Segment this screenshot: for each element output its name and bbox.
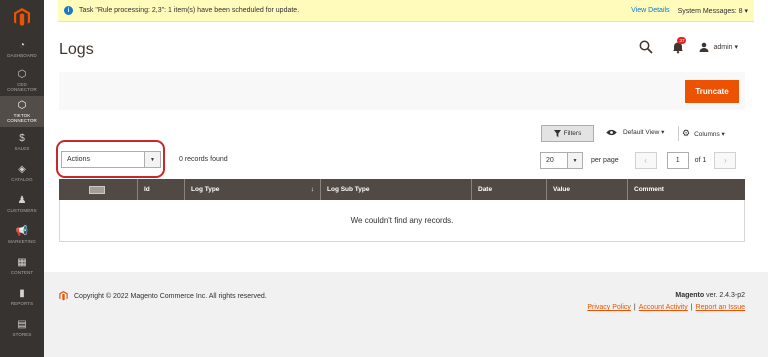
link-separator: | xyxy=(633,304,636,311)
tiktok-connector-icon: ⬡ xyxy=(17,99,27,111)
empty-state-text: We couldn't find any records. xyxy=(350,216,454,225)
total-pages-label: of 1 xyxy=(694,157,707,164)
toolbar-divider xyxy=(678,126,679,141)
page-number-input[interactable]: 1 xyxy=(666,152,689,169)
footer-links: Privacy Policy | Account Activity | Report a… xyxy=(587,304,745,311)
sort-arrow-icon: ↓ xyxy=(310,186,314,193)
columns-label: Columns ▾ xyxy=(694,130,725,138)
customers-icon: ♟ xyxy=(17,195,27,206)
chevron-down-icon: ▼ xyxy=(144,152,160,167)
filters-button[interactable]: Filters xyxy=(541,125,594,142)
pagination: 20 ▼ per page ‹ 1 of 1 › xyxy=(540,152,737,169)
reports-icon: ▮ xyxy=(19,288,25,299)
sidebar-item-label: CONTENT xyxy=(10,270,34,275)
dashboard-icon: ◔ xyxy=(18,40,26,51)
filter-icon xyxy=(553,130,561,137)
header-tools: 37 admin ▾ xyxy=(639,37,738,54)
truncate-button[interactable]: Truncate xyxy=(685,80,739,103)
sidebar-item-label: TIKTOK CONNECTOR xyxy=(7,112,37,123)
brand-name: Magento xyxy=(675,292,705,299)
sidebar-item-label: REPORTS xyxy=(10,301,34,306)
sales-icon: $ xyxy=(19,133,25,144)
info-icon: i xyxy=(64,6,73,15)
records-found-count: 0 records found xyxy=(179,156,228,163)
account-activity-link[interactable]: Account Activity xyxy=(639,304,688,311)
sidebar-item-customers[interactable]: ♟ CUSTOMERS xyxy=(0,189,44,220)
actions-dropdown[interactable]: Actions ▼ xyxy=(61,151,161,168)
system-messages-dropdown[interactable]: System Messages: 8 ▾ xyxy=(678,7,748,15)
logs-grid: Id Log Type ↓ Log Sub Type Date Value Co… xyxy=(59,179,745,242)
marketing-icon: 📢 xyxy=(15,226,29,237)
copyright: Copyright © 2022 Magento Commerce Inc. A… xyxy=(59,291,267,301)
sidebar-item-label: MARKETING xyxy=(8,239,36,244)
privacy-policy-link[interactable]: Privacy Policy xyxy=(587,304,631,311)
message-text: Task "Rule processing: 2,3": 1 item(s) h… xyxy=(79,7,300,14)
sidebar-item-label: CED CONNECTOR xyxy=(7,81,37,92)
next-page-button[interactable]: › xyxy=(714,152,737,169)
view-details-link[interactable]: View Details xyxy=(631,7,669,14)
copyright-text: Copyright © 2022 Magento Commerce Inc. A… xyxy=(74,292,267,300)
default-view-dropdown[interactable]: Default View ▾ xyxy=(606,128,664,136)
per-page-label: per page xyxy=(591,157,619,164)
report-issue-link[interactable]: Report an Issue xyxy=(696,304,745,311)
sidebar-item-label: DASHBOARD xyxy=(7,53,37,58)
catalog-icon: ◈ xyxy=(18,164,26,175)
sidebar-item-catalog[interactable]: ◈ CATALOG xyxy=(0,158,44,189)
version-text: ver. 2.4.3-p2 xyxy=(704,292,745,299)
grid-empty-row: We couldn't find any records. xyxy=(59,200,745,242)
sidebar-item-content[interactable]: ▦ CONTENT xyxy=(0,251,44,282)
sidebar-item-label: CATALOG xyxy=(11,177,33,182)
column-header-date[interactable]: Date xyxy=(472,179,547,200)
sidebar-item-reports[interactable]: ▮ REPORTS xyxy=(0,282,44,313)
ced-connector-icon: ⬡ xyxy=(17,68,27,80)
sidebar-item-stores[interactable]: ▤ STORES xyxy=(0,313,44,344)
magento-footer-logo-icon xyxy=(59,291,68,301)
filters-label: Filters xyxy=(563,130,582,137)
eye-icon xyxy=(606,129,617,135)
link-separator: | xyxy=(690,304,693,311)
column-header-comment[interactable]: Comment xyxy=(628,179,745,200)
stores-icon: ▤ xyxy=(17,319,27,330)
previous-page-button[interactable]: ‹ xyxy=(634,152,657,169)
sidebar-item-label: SALES xyxy=(14,146,30,151)
column-header-value[interactable]: Value xyxy=(547,179,628,200)
column-header-log-sub-type[interactable]: Log Sub Type xyxy=(321,179,472,200)
sidebar-item-sales[interactable]: $ SALES xyxy=(0,127,44,158)
chevron-down-icon: ▼ xyxy=(567,153,582,168)
default-view-label: Default View ▾ xyxy=(623,129,665,136)
per-page-value: 20 xyxy=(546,157,554,164)
sidebar-item-label: CUSTOMERS xyxy=(7,208,37,213)
search-icon[interactable] xyxy=(639,40,654,54)
user-icon xyxy=(699,42,709,52)
admin-sidebar: ◔ DASHBOARD ⬡ CED CONNECTOR ⬡ TIKTOK CONNECTO… xyxy=(0,0,44,357)
sidebar-item-label: STORES xyxy=(12,332,32,337)
actions-value: Actions xyxy=(67,156,90,163)
column-header-log-type-label: Log Type xyxy=(191,186,220,193)
content-icon: ▦ xyxy=(17,257,27,268)
main-area: i Task "Rule processing: 2,3": 1 item(s)… xyxy=(44,0,768,357)
mass-select-checkbox[interactable] xyxy=(89,185,105,194)
page-title: Logs xyxy=(59,41,94,58)
column-header-log-type[interactable]: Log Type ↓ xyxy=(185,179,321,200)
system-message-bar: i Task "Rule processing: 2,3": 1 item(s)… xyxy=(58,0,754,22)
columns-dropdown[interactable]: ⚙ Columns ▾ xyxy=(682,128,725,139)
sidebar-item-tiktok-connector[interactable]: ⬡ TIKTOK CONNECTOR xyxy=(0,96,44,127)
chevron-right-icon: › xyxy=(723,156,727,165)
sidebar-item-ced-connector[interactable]: ⬡ CED CONNECTOR xyxy=(0,65,44,96)
chevron-left-icon: ‹ xyxy=(644,156,647,165)
sidebar-item-dashboard[interactable]: ◔ DASHBOARD xyxy=(0,34,44,65)
magento-logo[interactable] xyxy=(0,0,44,34)
user-menu[interactable]: admin ▾ xyxy=(699,42,738,52)
column-header-id[interactable]: Id xyxy=(138,179,185,200)
version-info: Magento ver. 2.4.3-p2 xyxy=(675,292,745,299)
grid-header-row: Id Log Type ↓ Log Sub Type Date Value Co… xyxy=(59,179,745,200)
mass-action-column[interactable] xyxy=(59,179,138,200)
notifications-button[interactable]: 37 xyxy=(671,37,687,54)
user-name: admin ▾ xyxy=(713,44,738,51)
page-actions-bar: Truncate xyxy=(59,72,745,110)
gear-icon: ⚙ xyxy=(682,128,691,138)
per-page-select[interactable]: 20 ▼ xyxy=(540,152,583,169)
magento-logo-icon xyxy=(14,7,30,26)
sidebar-item-marketing[interactable]: 📢 MARKETING xyxy=(0,220,44,251)
